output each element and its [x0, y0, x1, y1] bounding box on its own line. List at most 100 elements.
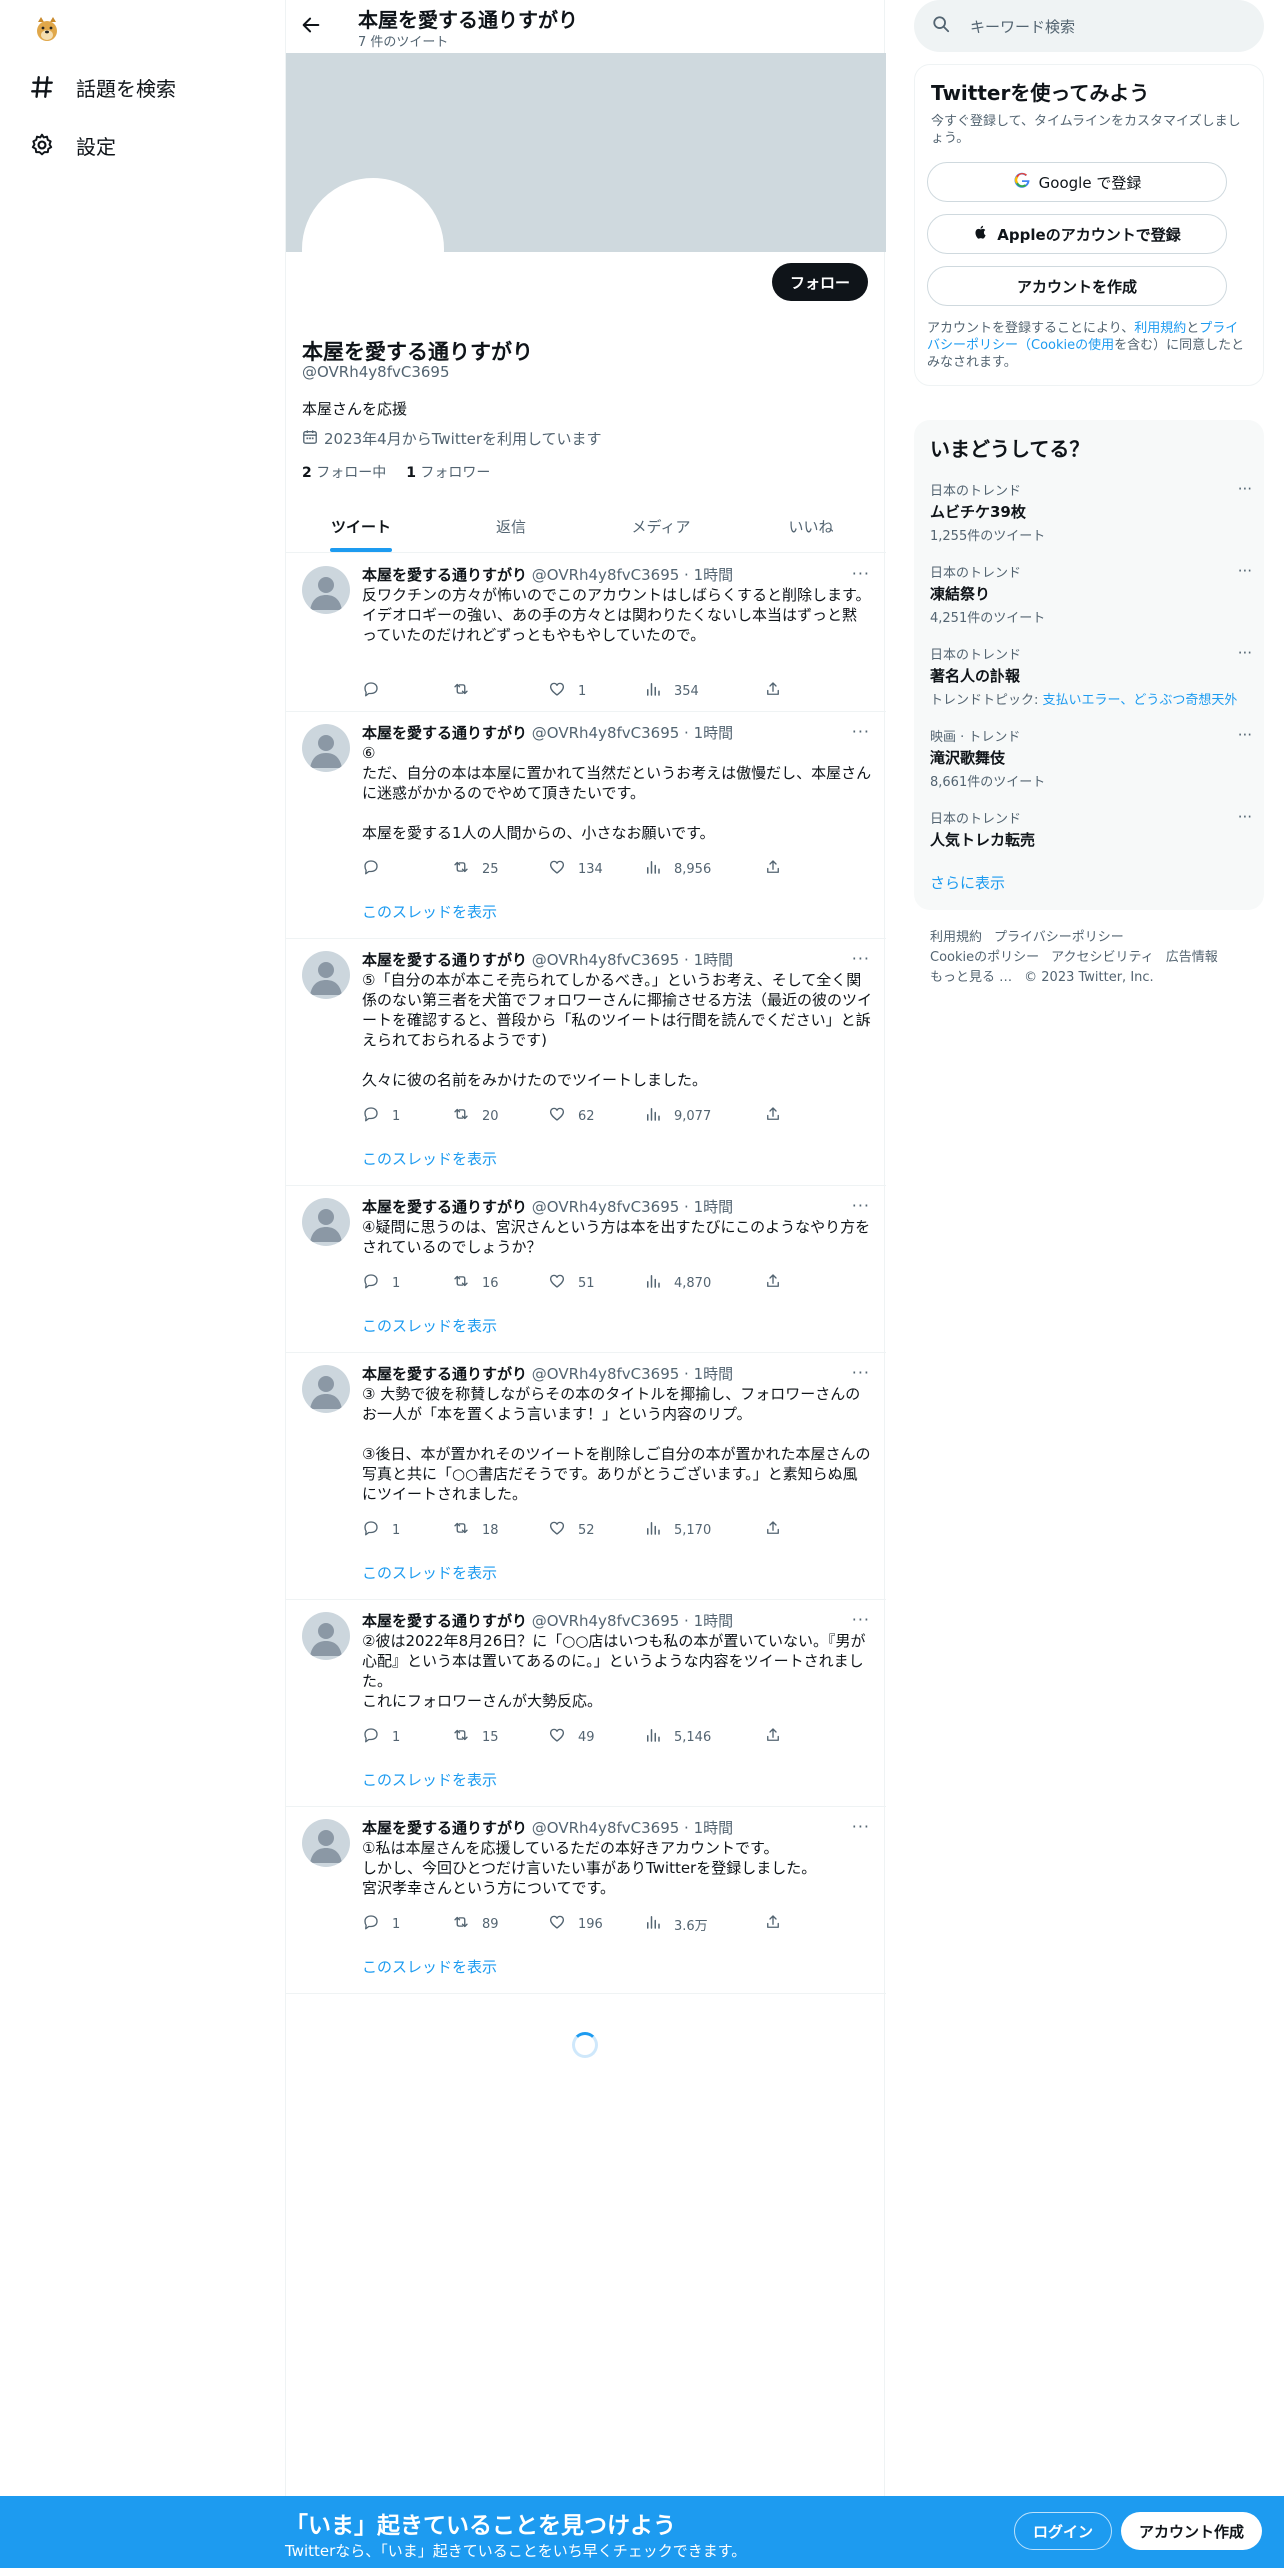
author-meta[interactable]: @OVRh4y8fvC3695 · 1時間 [527, 566, 733, 584]
avatar[interactable] [302, 724, 350, 772]
views-button[interactable]: 8,956 [644, 857, 764, 881]
tweet[interactable]: 本屋を愛する通りすがり @OVRh4y8fvC3695 · 1時間 ··· ③ 大勢… [286, 1353, 886, 1600]
show-more-link[interactable]: さらに表示 [930, 872, 1005, 893]
share-button[interactable] [764, 1518, 782, 1542]
show-thread-link[interactable]: このスレッドを表示 [362, 1562, 497, 1583]
retweet-button[interactable]: 20 [452, 1104, 548, 1128]
following-link[interactable]: 2 フォロー中 [302, 462, 386, 482]
back-arrow-icon[interactable] [300, 14, 324, 38]
like-button[interactable]: 1 [548, 679, 644, 703]
more-options-icon[interactable]: ··· [852, 1817, 870, 1836]
tweet[interactable]: 本屋を愛する通りすがり @OVRh4y8fvC3695 · 1時間 ··· ⑤「自分… [286, 939, 886, 1186]
doge-logo[interactable] [32, 14, 62, 44]
tweet[interactable]: 本屋を愛する通りすがり @OVRh4y8fvC3695 · 1時間 ··· 反ワクチ… [286, 554, 886, 712]
more-options-icon[interactable]: ··· [1238, 808, 1252, 826]
search-box[interactable]: キーワード検索 [914, 0, 1264, 52]
retweet-button[interactable]: 15 [452, 1725, 548, 1749]
tweet[interactable]: 本屋を愛する通りすがり @OVRh4y8fvC3695 · 1時間 ··· ②彼は2… [286, 1600, 886, 1807]
views-button[interactable]: 5,146 [644, 1725, 764, 1749]
show-thread-link[interactable]: このスレッドを表示 [362, 1148, 497, 1169]
follow-button[interactable]: フォロー [771, 263, 868, 301]
footer-link[interactable]: Cookieのポリシー [930, 950, 1039, 965]
more-options-icon[interactable]: ··· [852, 564, 870, 583]
author-name[interactable]: 本屋を愛する通りすがり [362, 1198, 527, 1216]
tab-replies[interactable]: 返信 [436, 500, 586, 552]
share-button[interactable] [764, 1912, 782, 1936]
author-name[interactable]: 本屋を愛する通りすがり [362, 724, 527, 742]
avatar[interactable] [302, 566, 350, 614]
retweet-button[interactable]: 25 [452, 857, 548, 881]
nav-explore[interactable]: 話題を検索 [28, 67, 176, 107]
views-button[interactable]: 5,170 [644, 1518, 764, 1542]
author-meta[interactable]: @OVRh4y8fvC3695 · 1時間 [527, 1612, 733, 1630]
trend-item[interactable]: 日本のトレンド 人気トレカ転売 ··· [930, 808, 1252, 850]
nav-settings[interactable]: 設定 [28, 125, 116, 165]
like-button[interactable]: 62 [548, 1104, 644, 1128]
views-button[interactable]: 354 [644, 679, 764, 703]
like-button[interactable]: 196 [548, 1912, 644, 1936]
author-name[interactable]: 本屋を愛する通りすがり [362, 951, 527, 969]
more-options-icon[interactable]: ··· [1238, 562, 1252, 580]
share-button[interactable] [764, 1104, 782, 1128]
login-button[interactable]: ログイン [1014, 2512, 1113, 2550]
views-button[interactable]: 9,077 [644, 1104, 764, 1128]
reply-button[interactable]: 1 [362, 1271, 452, 1295]
avatar[interactable] [302, 951, 350, 999]
share-button[interactable] [764, 857, 782, 881]
tab-likes[interactable]: いいね [736, 500, 886, 552]
reply-button[interactable]: 1 [362, 1725, 452, 1749]
author-meta[interactable]: @OVRh4y8fvC3695 · 1時間 [527, 1365, 733, 1383]
trend-item[interactable]: 日本のトレンド ムビチケ39枚 1,255件のツイート ··· [930, 480, 1252, 544]
views-button[interactable]: 3.6万 [644, 1912, 764, 1936]
reply-button[interactable]: 1 [362, 1518, 452, 1542]
google-signup-button[interactable]: Google で登録 [927, 162, 1227, 202]
footer-link[interactable]: プライバシーポリシー [994, 930, 1124, 945]
like-button[interactable]: 134 [548, 857, 644, 881]
trend-item[interactable]: 日本のトレンド 著名人の訃報 トレンドトピック: 支払いエラー、どうぶつ奇想天外 ··… [930, 644, 1252, 708]
author-meta[interactable]: @OVRh4y8fvC3695 · 1時間 [527, 1819, 733, 1837]
author-name[interactable]: 本屋を愛する通りすがり [362, 1819, 527, 1837]
avatar[interactable] [302, 1365, 350, 1413]
reply-button[interactable]: 1 [362, 1912, 452, 1936]
reply-button[interactable] [362, 857, 452, 881]
show-thread-link[interactable]: このスレッドを表示 [362, 901, 497, 922]
retweet-button[interactable] [452, 679, 548, 703]
author-name[interactable]: 本屋を愛する通りすがり [362, 566, 527, 584]
share-button[interactable] [764, 679, 782, 703]
share-button[interactable] [764, 1725, 782, 1749]
show-thread-link[interactable]: このスレッドを表示 [362, 1315, 497, 1336]
footer-more-link[interactable]: もっと見る … [930, 970, 1012, 985]
tweet[interactable]: 本屋を愛する通りすがり @OVRh4y8fvC3695 · 1時間 ··· ①私は本… [286, 1807, 886, 1994]
followers-link[interactable]: 1 フォロワー [406, 462, 490, 482]
terms-link[interactable]: 利用規約 [1134, 321, 1186, 336]
tweet[interactable]: 本屋を愛する通りすがり @OVRh4y8fvC3695 · 1時間 ··· ⑥ ただ… [286, 712, 886, 939]
avatar[interactable] [302, 1198, 350, 1246]
author-meta[interactable]: @OVRh4y8fvC3695 · 1時間 [527, 951, 733, 969]
trend-item[interactable]: 日本のトレンド 凍結祭り 4,251件のツイート ··· [930, 562, 1252, 626]
like-button[interactable]: 51 [548, 1271, 644, 1295]
avatar[interactable] [302, 1612, 350, 1660]
author-name[interactable]: 本屋を愛する通りすがり [362, 1365, 527, 1383]
tab-tweets[interactable]: ツイート [286, 500, 436, 552]
more-options-icon[interactable]: ··· [852, 1196, 870, 1215]
author-meta[interactable]: @OVRh4y8fvC3695 · 1時間 [527, 1198, 733, 1216]
signup-button[interactable]: アカウント作成 [1121, 2512, 1263, 2550]
more-options-icon[interactable]: ··· [852, 1363, 870, 1382]
more-options-icon[interactable]: ··· [852, 1610, 870, 1629]
trend-topics-link[interactable]: 支払いエラー、どうぶつ奇想天外 [1043, 693, 1238, 708]
retweet-button[interactable]: 16 [452, 1271, 548, 1295]
more-options-icon[interactable]: ··· [1238, 480, 1252, 498]
footer-link[interactable]: 広告情報 [1166, 950, 1218, 965]
more-options-icon[interactable]: ··· [852, 722, 870, 741]
share-button[interactable] [764, 1271, 782, 1295]
views-button[interactable]: 4,870 [644, 1271, 764, 1295]
create-account-button[interactable]: アカウントを作成 [927, 266, 1227, 306]
author-name[interactable]: 本屋を愛する通りすがり [362, 1612, 527, 1630]
show-thread-link[interactable]: このスレッドを表示 [362, 1956, 497, 1977]
footer-link[interactable]: 利用規約 [930, 930, 982, 945]
more-options-icon[interactable]: ··· [852, 949, 870, 968]
reply-button[interactable]: 1 [362, 1104, 452, 1128]
trend-item[interactable]: 映画 · トレンド 滝沢歌舞伎 8,661件のツイート ··· [930, 726, 1252, 790]
author-meta[interactable]: @OVRh4y8fvC3695 · 1時間 [527, 724, 733, 742]
more-options-icon[interactable]: ··· [1238, 726, 1252, 744]
